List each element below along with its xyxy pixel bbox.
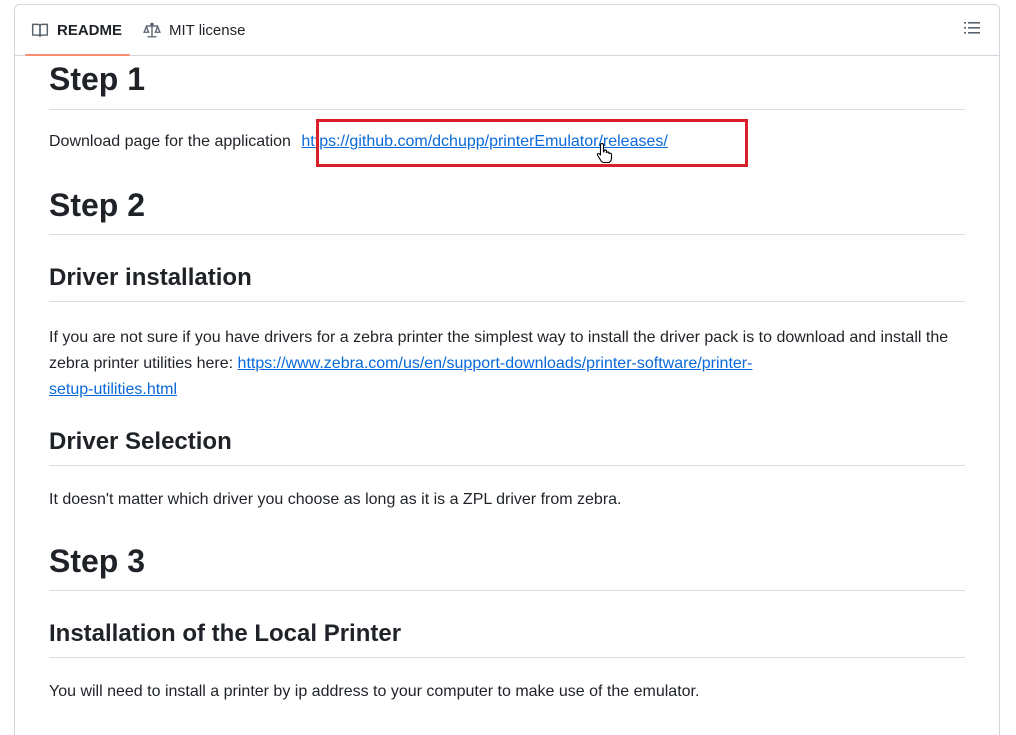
readme-tabbar: README MIT license xyxy=(15,5,999,56)
heading-step-1: Step 1 xyxy=(49,61,146,97)
law-scale-icon xyxy=(143,21,161,39)
heading-divider xyxy=(49,109,965,110)
driver-selection-text: It doesn't matter which driver you choos… xyxy=(49,491,622,508)
heading-step-2: Step 2 xyxy=(49,187,146,223)
heading-local-printer: Installation of the Local Printer xyxy=(49,620,402,647)
readme-panel: README MIT license Step 1 Download page … xyxy=(14,4,1000,735)
tab-license[interactable]: MIT license xyxy=(143,5,245,55)
tab-readme[interactable]: README xyxy=(24,5,131,56)
zebra-utilities-link-part2: setup-utilities.html xyxy=(49,381,178,398)
heading-divider xyxy=(49,590,965,591)
book-icon xyxy=(31,21,49,39)
step1-text: Download page for the application xyxy=(49,133,291,150)
hand-pointer-icon xyxy=(596,142,614,164)
zebra-utilities-link-part1: https://www.zebra.com/us/en/support-down… xyxy=(237,355,753,372)
heading-divider xyxy=(49,234,965,235)
local-printer-text: You will need to install a printer by ip… xyxy=(49,683,700,700)
tab-license-label: MIT license xyxy=(169,21,246,39)
tab-readme-label: README xyxy=(57,21,123,39)
heading-divider xyxy=(49,657,965,658)
heading-driver-selection: Driver Selection xyxy=(49,428,232,455)
heading-divider xyxy=(49,465,965,466)
heading-step-3: Step 3 xyxy=(49,543,146,579)
list-icon xyxy=(963,20,981,41)
table-of-contents-button[interactable] xyxy=(961,19,983,41)
driver-installation-paragraph: If you are not sure if you have drivers … xyxy=(49,325,965,403)
step1-paragraph: Download page for the application https:… xyxy=(49,129,965,155)
heading-driver-installation: Driver installation xyxy=(49,264,252,291)
heading-divider xyxy=(49,301,965,302)
